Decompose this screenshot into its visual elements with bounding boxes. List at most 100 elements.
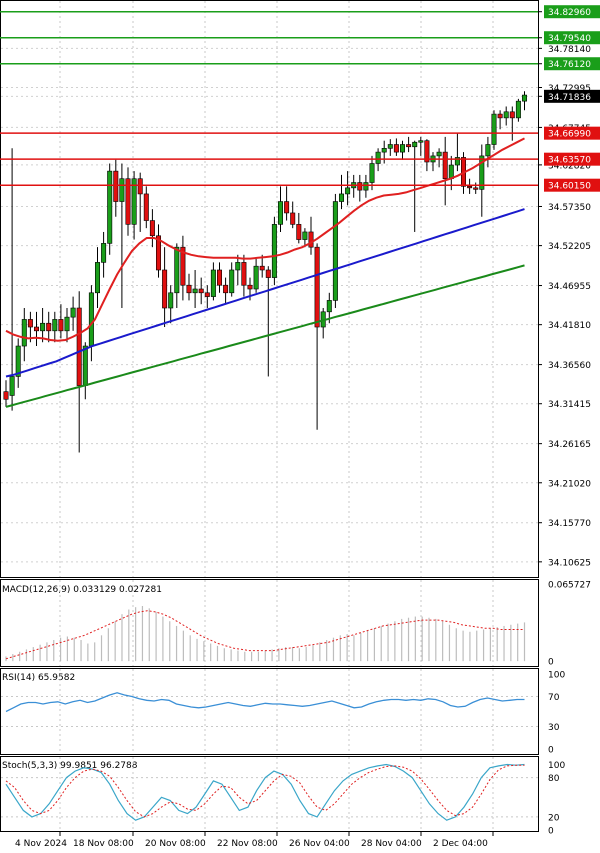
rsi-frame — [0, 668, 539, 755]
candle-body — [277, 201, 283, 225]
price-tick-label: 34.36560 — [548, 361, 591, 371]
candle-body — [284, 201, 290, 214]
candle-body — [107, 170, 113, 244]
price-tick-label: 34.26165 — [548, 440, 591, 450]
candle-body — [137, 178, 143, 195]
candle-body — [217, 269, 223, 286]
candle-body — [229, 269, 235, 294]
price-panel: 34.8296034.7954034.7814034.7612034.72995… — [0, 0, 600, 578]
stoch-tick-label: 80 — [548, 774, 560, 784]
candle-body — [204, 292, 210, 297]
macd-tick-label: 0 — [548, 658, 554, 668]
candle-body — [418, 140, 424, 143]
chart-root: 34.8296034.7954034.7814034.7612034.72995… — [0, 0, 600, 849]
stoch-tick-label: 20 — [548, 813, 560, 823]
candle-body — [143, 193, 149, 221]
candle-body — [399, 144, 405, 153]
candle-body — [332, 201, 338, 301]
rsi-tick-label: 100 — [548, 671, 565, 681]
candle-body — [308, 231, 314, 248]
x-tick-label: 2 Dec 04:00 — [433, 839, 488, 849]
level-label: 34.66990 — [548, 130, 591, 140]
macd-panel: MACD(12,26,9) 0.033129 0.027281 0.065727… — [0, 579, 591, 668]
candle-body — [473, 187, 479, 190]
candle-body — [70, 307, 76, 318]
candle-body — [186, 284, 192, 294]
candle-body — [21, 319, 27, 347]
candle-body — [162, 269, 168, 309]
candle-body — [9, 376, 15, 396]
rsi-tick-label: 0 — [548, 746, 554, 756]
candle-body — [33, 326, 39, 332]
candle-body — [149, 220, 155, 237]
price-tick-label: 34.31415 — [548, 400, 591, 410]
candle-body — [314, 246, 320, 328]
candle-body — [40, 322, 46, 332]
rsi-line — [5, 692, 525, 713]
price-tick-label: 34.41810 — [548, 321, 591, 331]
candle-body — [247, 284, 253, 290]
candle-body — [3, 391, 9, 400]
candle-body — [58, 319, 64, 332]
candle-body — [52, 319, 58, 332]
candle-body — [168, 292, 174, 309]
candle-body — [95, 262, 101, 294]
price-tick-label: 34.21020 — [548, 479, 591, 489]
level-label: 34.79540 — [548, 34, 591, 44]
price-tick-label: 34.57350 — [548, 203, 591, 213]
candle-body — [235, 262, 241, 271]
ma-slow-line — [5, 264, 525, 408]
x-axis: 4 Nov 2024 18 Nov 08:00 20 Nov 08:00 22 Nov… — [15, 832, 494, 849]
candle-body — [64, 316, 70, 332]
stoch-d-line — [5, 764, 525, 818]
candle-body — [259, 265, 265, 271]
candle-body — [509, 111, 515, 119]
candle-body — [485, 144, 491, 157]
price-tick-label: 34.78140 — [548, 45, 591, 55]
candle-body — [88, 292, 94, 347]
candle-body — [381, 148, 387, 153]
candle-body — [223, 284, 229, 294]
price-tick-label: 34.15770 — [548, 519, 591, 529]
candle-body — [113, 170, 119, 202]
candle-body — [46, 322, 52, 332]
candle-body — [198, 288, 204, 294]
rsi-tick-label: 30 — [548, 723, 560, 733]
price-tick-label: 34.46955 — [548, 282, 591, 292]
price-tick-label: 34.52205 — [548, 242, 591, 252]
price-tick-label: 34.10625 — [548, 558, 591, 568]
candle-body — [290, 212, 296, 225]
candle-body — [467, 186, 473, 189]
candle-body — [363, 182, 369, 191]
stoch-title: Stoch(5,3,3) 99.9851 96.2788 — [2, 761, 138, 771]
candle-body — [210, 269, 216, 297]
candle-body — [174, 246, 180, 294]
candle-body — [412, 141, 418, 148]
stoch-panel: Stoch(5,3,3) 99.9851 96.2788 100 80 20 0 — [0, 756, 565, 837]
macd-tick-label: 0.065727 — [548, 581, 591, 591]
stoch-tick-label: 100 — [548, 761, 565, 771]
candle-body — [503, 111, 509, 119]
candle-body — [253, 265, 259, 290]
candle-body — [491, 113, 497, 145]
x-tick-label: 22 Nov 08:00 — [217, 839, 278, 849]
x-tick-label: 26 Nov 04:00 — [289, 839, 350, 849]
stoch-tick-label: 0 — [548, 827, 554, 837]
candle-body — [393, 144, 399, 153]
candle-body — [369, 163, 375, 183]
candle-body — [345, 187, 351, 195]
candle-body — [375, 151, 381, 164]
candle-body — [326, 300, 332, 313]
x-tick-label: 20 Nov 08:00 — [145, 839, 206, 849]
candle-body — [27, 319, 33, 328]
candle-body — [521, 94, 527, 102]
candle-body — [265, 269, 271, 278]
rsi-title: RSI(14) 65.9582 — [2, 673, 75, 683]
rsi-panel: RSI(14) 65.9582 100 70 30 0 — [0, 668, 565, 756]
last-price-label: 34.71836 — [548, 93, 591, 103]
candle-body — [82, 345, 88, 386]
candle-body — [387, 144, 393, 149]
chart-svg: 34.8296034.7954034.7814034.7612034.72995… — [0, 0, 600, 849]
candle-body — [442, 151, 448, 180]
candle-body — [357, 182, 363, 191]
